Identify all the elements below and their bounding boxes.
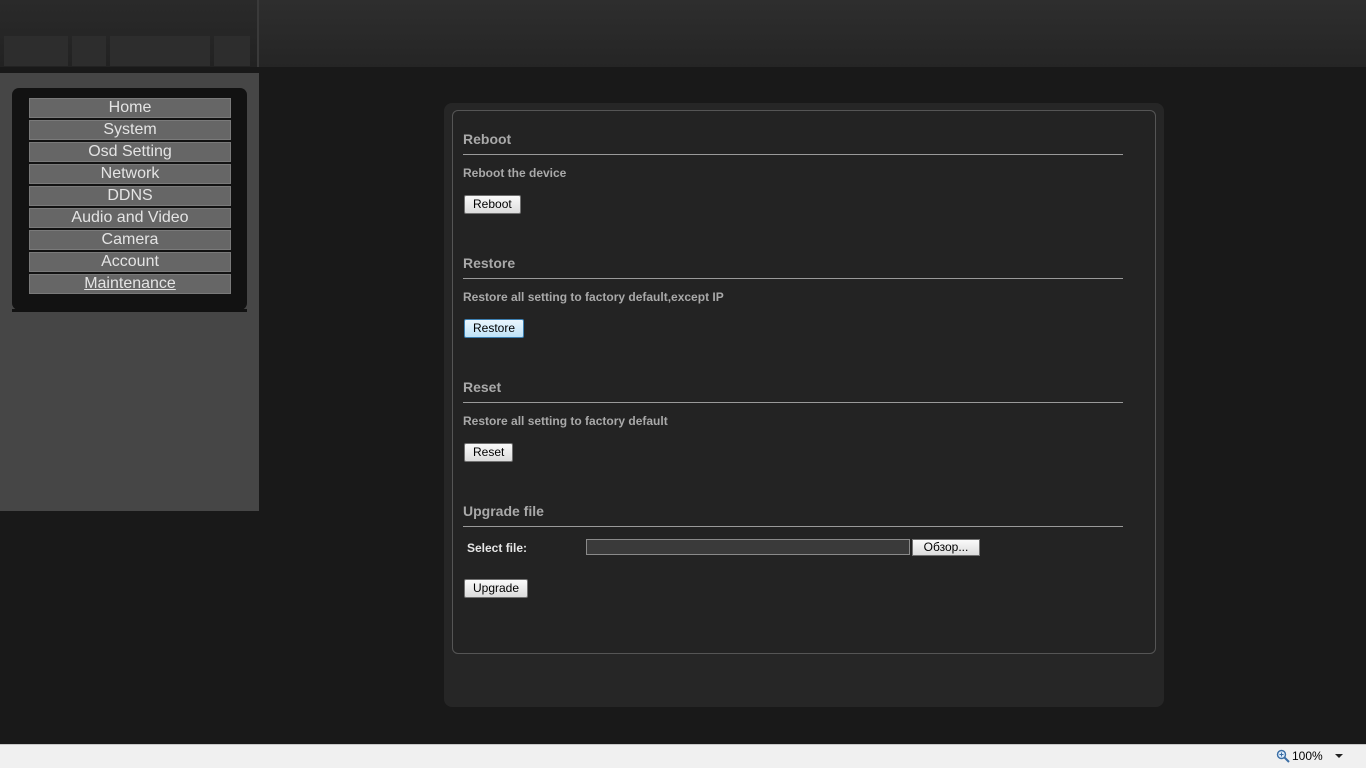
sidebar-item-label: Maintenance [84,275,176,292]
reboot-button[interactable]: Reboot [464,195,521,214]
reset-description: Restore all setting to factory default [463,414,668,428]
sidebar-item-system[interactable]: System [29,120,231,140]
sidebar-item-audio-video[interactable]: Audio and Video [29,208,231,228]
restore-description: Restore all setting to factory default,e… [463,290,724,304]
file-path-input[interactable] [586,539,910,555]
browse-button[interactable]: Обзор... [912,539,980,556]
sidebar-item-label: Osd Setting [88,143,172,160]
reboot-description: Reboot the device [463,166,567,180]
upgrade-button[interactable]: Upgrade [464,579,529,598]
sidebar-item-camera[interactable]: Camera [29,230,231,250]
restore-section-title: Restore [463,243,1123,279]
restore-button[interactable]: Restore [464,319,525,338]
sidebar-item-account[interactable]: Account [29,252,231,272]
sidebar: Home System Osd Setting Network DDNS Aud… [0,73,259,511]
sidebar-item-label: Camera [101,231,159,248]
sidebar-item-home[interactable]: Home [29,98,231,118]
top-header [0,0,1366,67]
sidebar-item-network[interactable]: Network [29,164,231,184]
zoom-level[interactable]: 100% [1292,749,1323,763]
sidebar-item-osd-setting[interactable]: Osd Setting [29,142,231,162]
content-panel: Reboot Reboot the device Reboot Restore … [444,103,1164,707]
logo-block [72,36,106,66]
select-file-label: Select file: [467,541,528,555]
menu-divider [12,309,247,312]
chevron-down-icon[interactable] [1334,751,1344,761]
menu-frame: Home System Osd Setting Network DDNS Aud… [12,88,247,310]
sidebar-item-label: Network [100,165,160,182]
sidebar-item-maintenance[interactable]: Maintenance [29,274,231,294]
sidebar-item-label: Audio and Video [71,209,189,226]
magnifier-icon [1276,749,1290,763]
upgrade-section-title: Upgrade file [463,491,1123,527]
sidebar-item-ddns[interactable]: DDNS [29,186,231,206]
sidebar-item-label: Home [108,99,152,116]
reset-button[interactable]: Reset [464,443,514,462]
logo-block [110,36,210,66]
sidebar-item-label: System [103,121,157,138]
sidebar-item-label: Account [101,253,159,270]
logo-area [0,0,259,67]
reboot-section-title: Reboot [463,119,1123,155]
sidebar-item-label: DDNS [107,187,153,204]
maintenance-form: Reboot Reboot the device Reboot Restore … [452,110,1156,654]
reset-section-title: Reset [463,367,1123,403]
logo-block [4,36,68,66]
logo-block [214,36,250,66]
browser-status-bar: 100% [0,744,1366,768]
